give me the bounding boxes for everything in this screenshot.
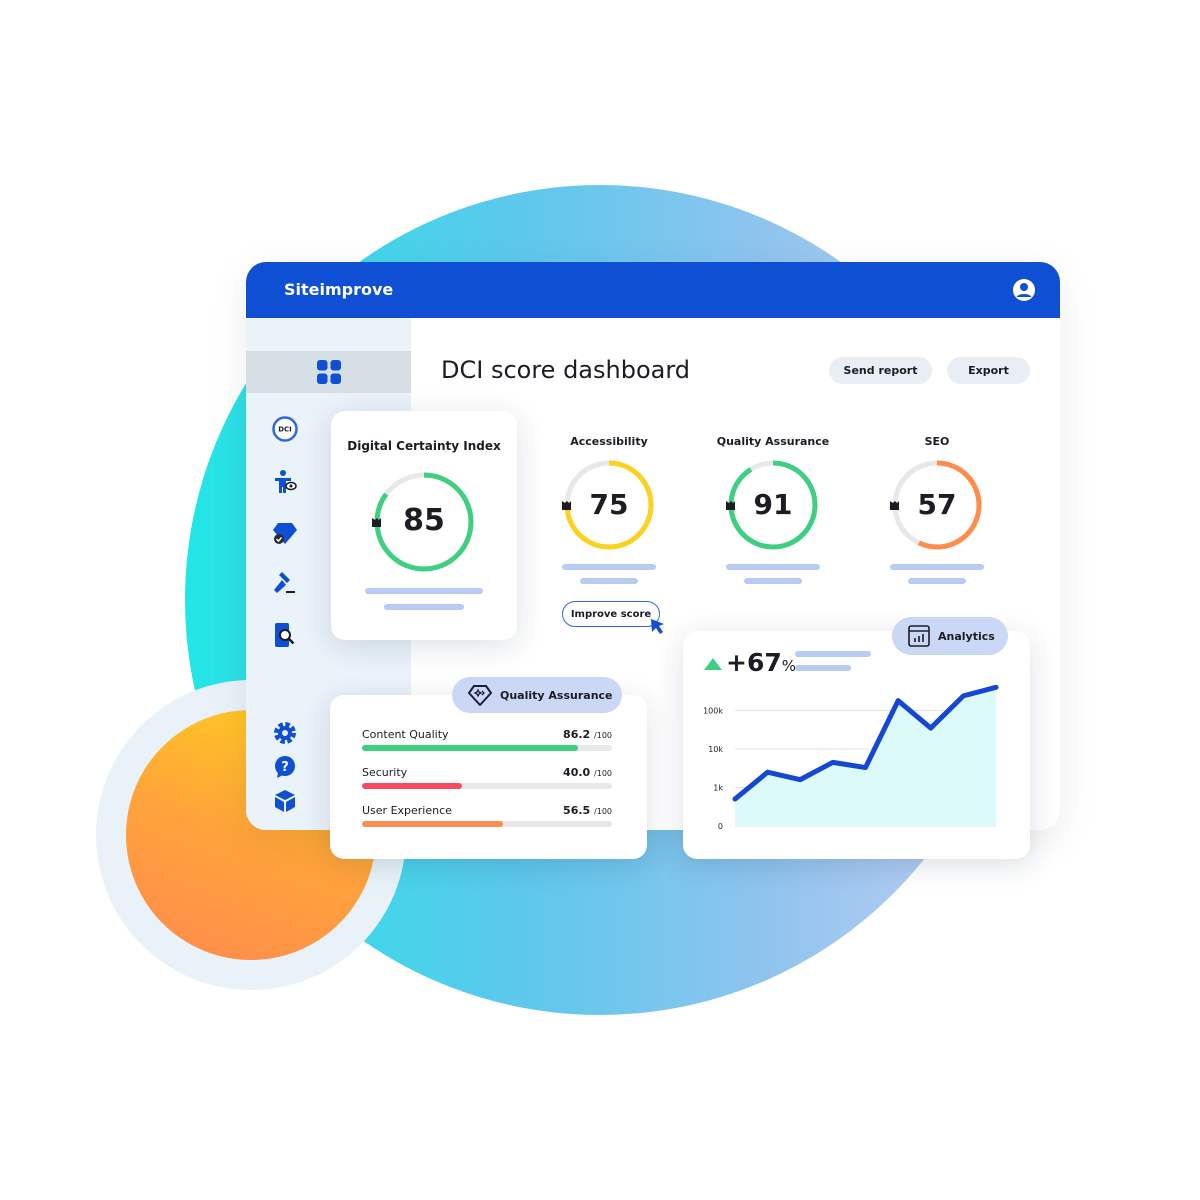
accessibility-eye-icon[interactable] [272, 469, 298, 495]
gavel-icon[interactable] [272, 570, 298, 596]
analytics-pill[interactable]: Analytics [892, 617, 1008, 655]
qa-progress-fill [362, 745, 578, 751]
max: /100 [594, 769, 612, 778]
qa-row-value: 86.2 /100 [563, 728, 612, 741]
score-label: SEO [924, 435, 950, 448]
qa-row-label: Content Quality [362, 728, 449, 741]
brand-logo[interactable]: Siteimprove [284, 280, 393, 299]
y-tick-label: 0 [718, 822, 723, 831]
placeholder-bar [580, 578, 638, 584]
max: /100 [594, 807, 612, 816]
score-label: Quality Assurance [716, 435, 830, 448]
diamond-check-icon[interactable] [272, 520, 298, 546]
placeholder-bar [744, 578, 802, 584]
placeholder-bar [365, 588, 483, 594]
score-label: Accessibility [570, 435, 648, 448]
qa-progress-fill [362, 821, 504, 827]
y-tick-label: 1k [713, 784, 723, 793]
page-title: DCI score dashboard [441, 356, 691, 384]
y-tick-label: 10k [708, 745, 723, 754]
change-number: +67 [726, 648, 782, 677]
qa-progress-track [362, 783, 612, 789]
score-value: 91 [753, 488, 793, 521]
dci-card: Digital Certainty Index 85 [331, 411, 517, 640]
cube-icon[interactable] [272, 788, 298, 814]
svg-text:?: ? [281, 760, 289, 775]
placeholder-bar [890, 564, 984, 570]
change-value: +67% [726, 648, 796, 677]
cursor-arrow-icon [651, 619, 664, 634]
qa-row-value: 56.5 /100 [563, 804, 612, 817]
change-unit: % [781, 657, 797, 675]
grid-dashboard-icon [317, 360, 341, 384]
value: 40.0 [563, 766, 591, 779]
qa-progress-track [362, 745, 612, 751]
pill-label: Quality Assurance [500, 688, 613, 702]
quality-assurance-card: Content Quality 86.2 /100 Security 40.0 … [330, 695, 647, 859]
placeholder-bar [908, 578, 966, 584]
sidebar-item-dashboard[interactable] [246, 351, 411, 393]
placeholder-bar [562, 564, 656, 570]
placeholder-bar [795, 651, 871, 657]
analytics-card: +67% 0 1k 10k 100k [683, 631, 1030, 859]
export-button[interactable]: Export [947, 357, 1030, 384]
send-report-button[interactable]: Send report [829, 357, 932, 384]
placeholder-bar [726, 564, 820, 570]
dci-title: Digital Certainty Index [347, 439, 501, 453]
help-icon[interactable]: ? [272, 754, 298, 780]
gear-icon[interactable] [272, 720, 298, 746]
quality-assurance-pill[interactable]: Quality Assurance [452, 677, 622, 713]
diamond-icon [468, 685, 492, 706]
chart-area [735, 687, 996, 826]
pill-label: Analytics [938, 629, 995, 643]
trend-up-icon [704, 658, 722, 670]
qa-row-label: User Experience [362, 804, 452, 817]
qa-row-label: Security [362, 766, 408, 779]
improve-score-button[interactable]: Improve score [562, 601, 660, 627]
mobile-search-icon[interactable] [272, 622, 298, 648]
max: /100 [594, 731, 612, 740]
score-value: 57 [917, 488, 957, 521]
top-bar: Siteimprove [246, 262, 1060, 318]
dci-score: 85 [403, 503, 445, 538]
placeholder-bar [795, 665, 851, 671]
user-circle-icon[interactable] [1012, 278, 1036, 302]
value: 86.2 [563, 728, 591, 741]
y-tick-label: 100k [703, 707, 723, 716]
value: 56.5 [563, 804, 591, 817]
placeholder-bar [384, 604, 464, 610]
svg-text:DCI: DCI [278, 426, 292, 434]
bar-chart-icon [908, 625, 930, 647]
analytics-chart: 0 1k 10k 100k [703, 684, 999, 831]
qa-progress-fill [362, 783, 462, 789]
qa-progress-track [362, 821, 612, 827]
dci-icon[interactable]: DCI [272, 416, 298, 442]
qa-row-value: 40.0 /100 [563, 766, 612, 779]
score-value: 75 [589, 488, 629, 521]
